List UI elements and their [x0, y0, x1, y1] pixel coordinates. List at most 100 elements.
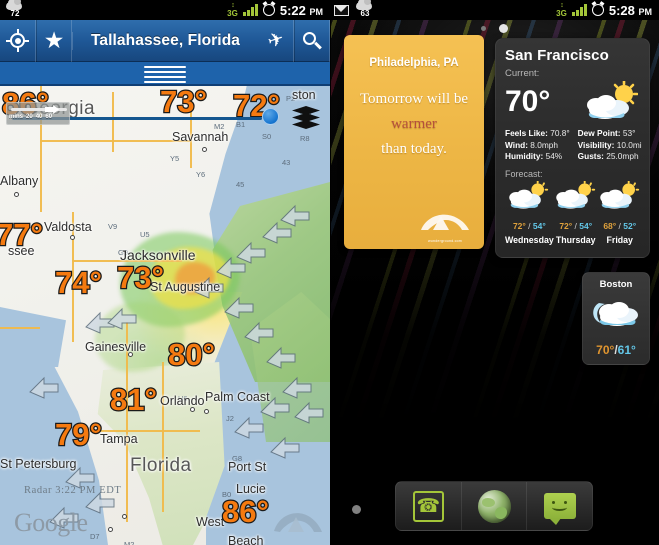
radar-map-canvas[interactable]: GeorgiaSavannahAlbanyValdostasseeJackson… — [0, 62, 330, 545]
forecast-day[interactable]: 72° / 54° Thursday — [554, 179, 598, 245]
map-place-label: Tampa — [100, 432, 138, 446]
stat-visibility: Visibility: 10.0mi — [578, 140, 642, 152]
dock-phone-button[interactable]: ☎ — [396, 482, 462, 530]
weather-stats-right-column: Dew Point: 53° Visibility: 10.0mi Gusts:… — [578, 128, 642, 163]
messaging-smiley-icon — [543, 493, 576, 525]
san-francisco-weather-widget[interactable]: San Francisco Current: 70° Feels Like: 7… — [495, 38, 650, 258]
city-dot — [108, 527, 113, 532]
star-icon: ★ — [43, 27, 65, 53]
map-app-bar: ★ Tallahassee, Florida ✈ — [0, 19, 330, 62]
forecast-temps: 72° / 54° — [559, 220, 593, 231]
map-temperature-label: 81° — [109, 381, 158, 419]
stat-dew-point-label: Dew Point: — [577, 128, 621, 138]
note-widget-city: Philadelphia, PA — [369, 57, 459, 69]
timeline-knob[interactable] — [45, 105, 59, 114]
map-temperature-label: 79° — [54, 416, 103, 454]
network-type-label: 3G — [227, 9, 238, 18]
left-status-bar: 72 ↕ 3G 5:22 PM — [0, 0, 330, 20]
map-place-label: Valdosta — [44, 220, 92, 234]
forecast-low: 54° — [532, 220, 546, 231]
map-place-label: St Petersburg — [0, 457, 77, 471]
stat-dew-point-value: 53° — [622, 128, 636, 138]
map-temperature-label: 73° — [159, 83, 208, 121]
map-place-label: Port St — [228, 460, 267, 474]
map-place-label: Florida — [130, 455, 192, 476]
dock-messaging-button[interactable] — [527, 482, 592, 530]
city-dot — [14, 192, 19, 197]
cloud-icon: 72 — [4, 0, 26, 19]
weather-widget-temp: 70° — [505, 84, 551, 118]
status-bar-notifications: 63 — [334, 0, 376, 19]
forecast-high: 72° — [559, 220, 573, 231]
weather-widget-forecast-days: 72° / 54° Wednesday 72° / 54° Thursday 6… — [505, 179, 642, 245]
map-code-label: R8 — [300, 134, 310, 143]
map-place-label: Palm Coast — [205, 390, 270, 404]
stat-wind-label: Wind: — [505, 139, 528, 150]
locate-me-button[interactable] — [0, 19, 36, 62]
page-dot — [481, 26, 486, 31]
note-widget-line1: Tomorrow will be — [359, 91, 469, 107]
partly-cloudy-icon — [555, 179, 595, 209]
timeline-tick-40: 40 — [35, 114, 43, 120]
stat-visibility-label: Visibility: — [577, 139, 615, 150]
flight-tracker-button[interactable]: ✈ — [258, 19, 294, 62]
stat-wind-value: 8.0mph — [530, 139, 558, 150]
philadelphia-note-widget[interactable]: Philadelphia, PA Tomorrow will be warmer… — [344, 35, 484, 249]
clock-time-value: 5:28 — [608, 2, 635, 18]
highway-line — [112, 92, 114, 152]
boston-high: 70° — [596, 343, 615, 357]
signal-bars-icon — [571, 4, 587, 16]
alarm-clock-icon — [591, 4, 604, 16]
map-place-label: Savannah — [172, 130, 229, 144]
panel-divider — [330, 0, 331, 545]
map-place-label: West — [196, 515, 225, 529]
note-widget-accent: warmer — [391, 115, 437, 132]
forecast-day[interactable]: 68° / 52° Friday — [598, 179, 642, 245]
forecast-temps: 72° / 54° — [512, 220, 546, 231]
radar-timeline-slider[interactable]: mins 20 40 60 — [6, 102, 70, 125]
boston-widget-city: Boston — [599, 279, 633, 290]
weather-underground-logo — [421, 214, 469, 230]
menu-handle-icon[interactable] — [144, 66, 186, 86]
status-bar-system-icons: ↕ 3G 5:22 PM — [227, 2, 326, 18]
radar-timestamp: Radar 3:22 PM EDT — [24, 485, 122, 496]
weather-widget-current-row: 70° — [505, 79, 640, 123]
status-bar-system-icons: ↕ 3G 5:28 PM — [556, 2, 655, 18]
status-bar-notifications: 72 — [4, 0, 26, 19]
app-bar-actions: ✈ — [258, 19, 330, 62]
map-location-marker[interactable] — [262, 108, 279, 125]
highway-line — [40, 140, 190, 142]
map-code-label: S0 — [262, 132, 272, 141]
map-place-label: Albany — [0, 174, 39, 188]
city-dot — [202, 147, 207, 152]
favorites-button[interactable]: ★ — [36, 19, 72, 62]
page-title: Tallahassee, Florida — [72, 31, 258, 50]
phone-icon: ☎ — [412, 490, 444, 522]
boston-widget-temps: 70°/61° — [583, 343, 649, 357]
wind-barb-group-north — [85, 307, 137, 334]
stat-gusts-value: 25.0mph — [606, 151, 639, 161]
crosshair-locate-icon — [6, 29, 29, 52]
status-bar-clock: 5:22 PM — [280, 3, 323, 18]
right-status-bar: 63 ↕ 3G 5:28 PM — [330, 0, 659, 20]
layers-icon[interactable] — [292, 106, 322, 134]
boston-weather-widget[interactable]: Boston 70°/61° — [582, 272, 650, 365]
partly-cloudy-icon — [587, 81, 638, 119]
map-place-label: Orlando — [160, 394, 205, 408]
timeline-tick-20: 20 — [26, 114, 33, 120]
clock-time-value: 5:22 — [279, 2, 306, 18]
dock-browser-button[interactable] — [462, 482, 528, 530]
map-place-label: Beach — [228, 534, 264, 545]
stat-feels-like-label: Feels Like: — [505, 128, 548, 138]
weather-underground-logo — [274, 513, 322, 532]
forecast-day-name: Friday — [606, 234, 633, 245]
search-button[interactable] — [294, 19, 330, 62]
forecast-day[interactable]: 72° / 54° Wednesday — [505, 179, 554, 245]
map-temperature-label: 73° — [116, 259, 165, 297]
city-dot — [122, 514, 127, 519]
city-dot — [204, 409, 209, 414]
note-widget-line2: than today. — [381, 140, 447, 157]
map-sub-bar — [0, 62, 330, 86]
highway-line — [0, 327, 40, 329]
boston-low: 61° — [617, 343, 636, 357]
